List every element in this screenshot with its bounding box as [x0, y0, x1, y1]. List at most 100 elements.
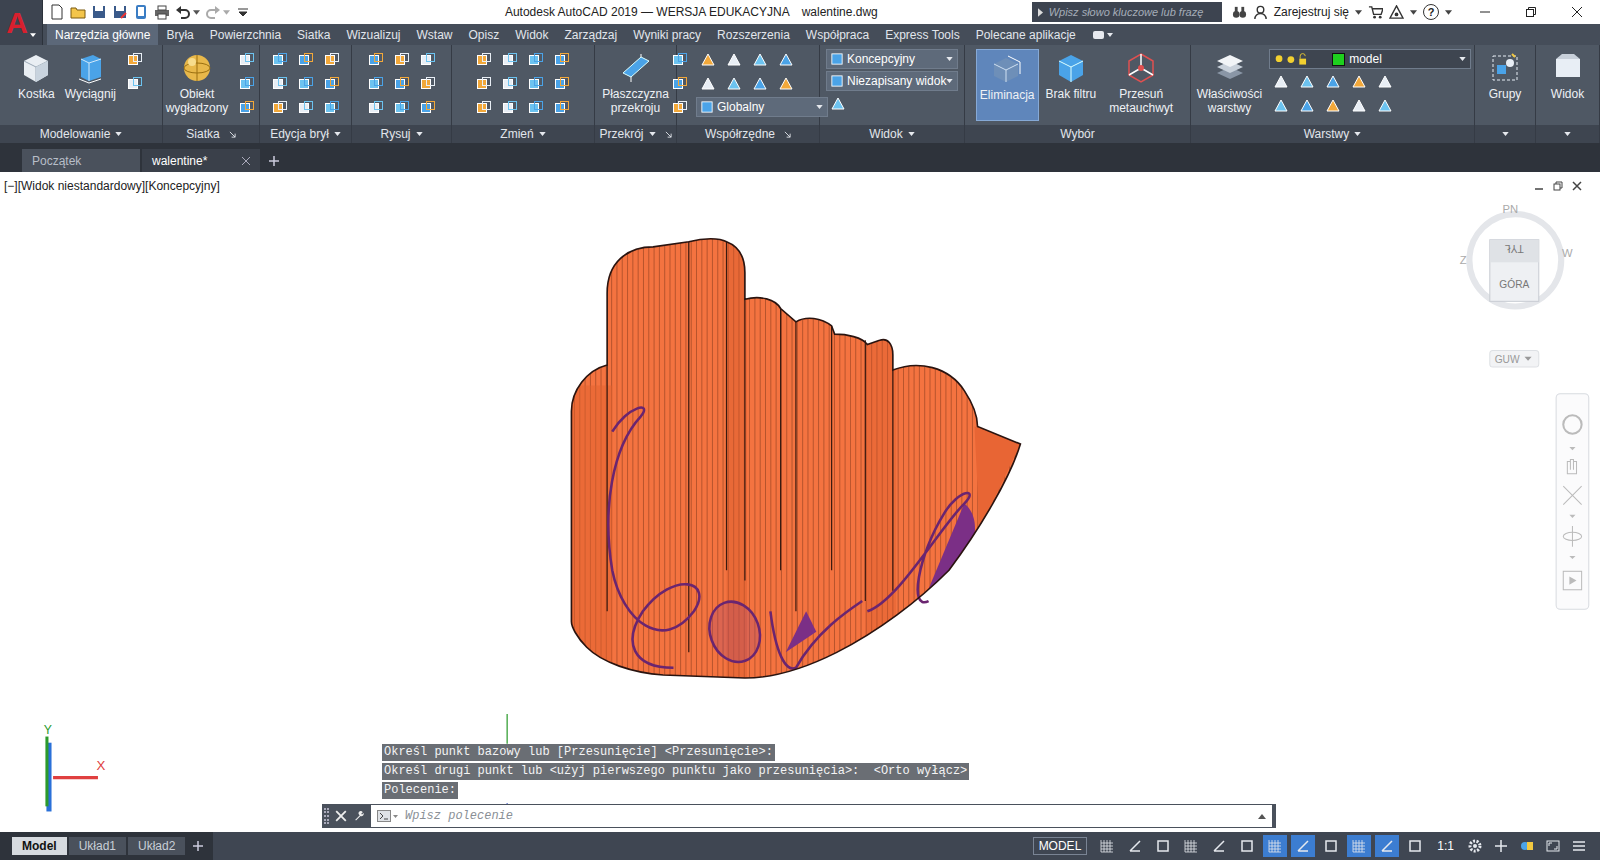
account-menu-icon[interactable] — [1355, 10, 1362, 15]
ribbon-small-button[interactable] — [1347, 95, 1371, 117]
ribbon-dropdown[interactable]: model — [1269, 49, 1471, 69]
drawing-viewport[interactable]: TYŁGÓRAPNZWGUWYX[−][Widok niestandardowy… — [0, 172, 1600, 832]
restore-button[interactable] — [1508, 0, 1554, 24]
ribbon-tab[interactable]: Express Tools — [877, 24, 967, 45]
autodesk-360-icon[interactable] — [1389, 5, 1404, 20]
close-icon[interactable] — [335, 810, 347, 822]
ribbon-small-button[interactable] — [1373, 71, 1397, 93]
ribbon-small-button[interactable] — [268, 97, 292, 119]
ribbon-dropdown[interactable]: Koncepcyjny — [826, 49, 958, 69]
ribbon-small-button[interactable] — [390, 49, 414, 71]
ribbon-large-button[interactable]: Kostka — [15, 49, 58, 121]
group-title[interactable]: Widok — [820, 125, 964, 143]
viewcube[interactable]: TYŁGÓRAPNZWGUW — [1460, 203, 1573, 367]
fullscreen-icon[interactable] — [1545, 838, 1561, 854]
ribbon-small-button[interactable] — [416, 49, 440, 71]
close-button[interactable] — [1554, 0, 1600, 24]
ribbon-small-button[interactable] — [550, 97, 574, 119]
ribbon-small-button[interactable] — [472, 49, 496, 71]
ribbon-small-button[interactable] — [364, 49, 388, 71]
close-icon[interactable] — [242, 157, 250, 165]
viewport-controls[interactable]: [−][Widok niestandardowy][Koncepcyjny] — [4, 179, 220, 193]
ribbon-small-button[interactable] — [498, 97, 522, 119]
ribbon-tab[interactable]: Powierzchnia — [202, 24, 289, 45]
save-as-icon[interactable] — [112, 4, 128, 20]
search-box[interactable]: Wpisz słowo kluczowe lub frazę — [1032, 2, 1222, 22]
ribbon-small-button[interactable] — [722, 73, 746, 95]
ribbon-large-button[interactable]: Wyciągnij — [62, 49, 119, 121]
grip-handle[interactable] — [324, 808, 329, 824]
dialog-launcher-icon[interactable] — [784, 131, 791, 138]
ribbon-small-button[interactable] — [235, 97, 259, 119]
dialog-launcher-icon[interactable] — [229, 131, 236, 138]
ribbon-small-button[interactable] — [294, 49, 318, 71]
ribbon-small-button[interactable] — [1295, 95, 1319, 117]
ribbon-small-button[interactable] — [472, 97, 496, 119]
ribbon-small-button[interactable] — [524, 97, 548, 119]
ribbon-small-button[interactable] — [268, 49, 292, 71]
ribbon-small-button[interactable] — [774, 73, 798, 95]
ribbon-tab[interactable]: Bryła — [158, 24, 201, 45]
viewport-minimize-icon[interactable] — [1534, 181, 1544, 191]
ribbon-tab[interactable]: Opisz — [460, 24, 507, 45]
ribbon-small-button[interactable] — [472, 73, 496, 95]
ribbon-small-button[interactable] — [364, 97, 388, 119]
ribbon-small-button[interactable] — [294, 73, 318, 95]
ribbon-small-button[interactable] — [1269, 95, 1293, 117]
save-icon[interactable] — [91, 4, 107, 20]
help-menu-icon[interactable] — [1445, 10, 1452, 15]
dialog-launcher-icon[interactable] — [665, 131, 672, 138]
undo-icon[interactable] — [175, 4, 191, 20]
web-mobile-icon[interactable] — [133, 4, 149, 20]
ribbon-small-button[interactable] — [294, 97, 318, 119]
group-title[interactable]: Siatka — [163, 125, 259, 143]
isolate-objects-icon[interactable] — [1519, 838, 1535, 854]
viewport-restore-icon[interactable] — [1553, 181, 1563, 191]
user-icon[interactable] — [1253, 5, 1268, 20]
ribbon-small-button[interactable] — [524, 73, 548, 95]
ribbon-tab[interactable]: Widok — [507, 24, 556, 45]
ribbon-small-button[interactable] — [722, 49, 746, 71]
ribbon-small-button[interactable] — [1321, 95, 1345, 117]
ribbon-small-button[interactable] — [748, 73, 772, 95]
model-space-button[interactable]: MODEL — [1033, 837, 1088, 855]
connect-menu-icon[interactable] — [1410, 10, 1417, 15]
layout-tab[interactable]: Układ2 — [128, 837, 185, 855]
ribbon-tab[interactable]: Zarządzaj — [557, 24, 626, 45]
ribbon-small-button[interactable] — [320, 49, 344, 71]
ribbon-tab[interactable]: Narzędzia główne — [47, 24, 158, 45]
ribbon-small-button[interactable] — [1373, 95, 1397, 117]
status-toggle[interactable] — [1403, 835, 1427, 857]
ribbon-small-button[interactable] — [320, 73, 344, 95]
undo-list-icon[interactable] — [193, 10, 200, 15]
group-title[interactable]: Warstwy — [1191, 125, 1474, 143]
prompt-icon[interactable] — [377, 810, 399, 822]
ribbon-tab[interactable]: Rozszerzenia — [709, 24, 798, 45]
minimize-button[interactable] — [1462, 0, 1508, 24]
help-button[interactable]: ? — [1423, 4, 1439, 20]
status-toggle[interactable] — [1291, 835, 1315, 857]
ribbon-small-button[interactable] — [235, 49, 259, 71]
status-toggle[interactable] — [1347, 835, 1371, 857]
customize-menu-icon[interactable] — [1571, 838, 1587, 854]
ribbon-small-button[interactable] — [364, 73, 388, 95]
ribbon-small-button[interactable] — [550, 49, 574, 71]
ribbon-small-button[interactable] — [498, 49, 522, 71]
ribbon-large-button[interactable]: Płaszczyzna przekroju — [598, 49, 673, 121]
command-input[interactable]: Wpisz polecenie — [371, 805, 1272, 827]
history-expand-icon[interactable] — [1258, 814, 1266, 819]
ribbon-small-button[interactable] — [416, 73, 440, 95]
binoculars-icon[interactable] — [1232, 5, 1247, 20]
ribbon-small-button[interactable] — [390, 97, 414, 119]
ribbon-tab[interactable]: Wyniki pracy — [625, 24, 709, 45]
file-tab[interactable]: walentine* — [142, 149, 260, 172]
application-menu-button[interactable]: A — [0, 0, 43, 45]
print-icon[interactable] — [154, 4, 170, 20]
group-title[interactable]: Edycja brył — [260, 125, 351, 143]
add-layout-icon[interactable] — [193, 841, 203, 851]
group-title[interactable]: Modelowanie — [0, 125, 162, 143]
status-toggle[interactable] — [1263, 835, 1287, 857]
gear-icon[interactable] — [1467, 838, 1483, 854]
group-title[interactable]: Rysuj — [352, 125, 451, 143]
love-3d-model[interactable] — [571, 232, 1020, 684]
